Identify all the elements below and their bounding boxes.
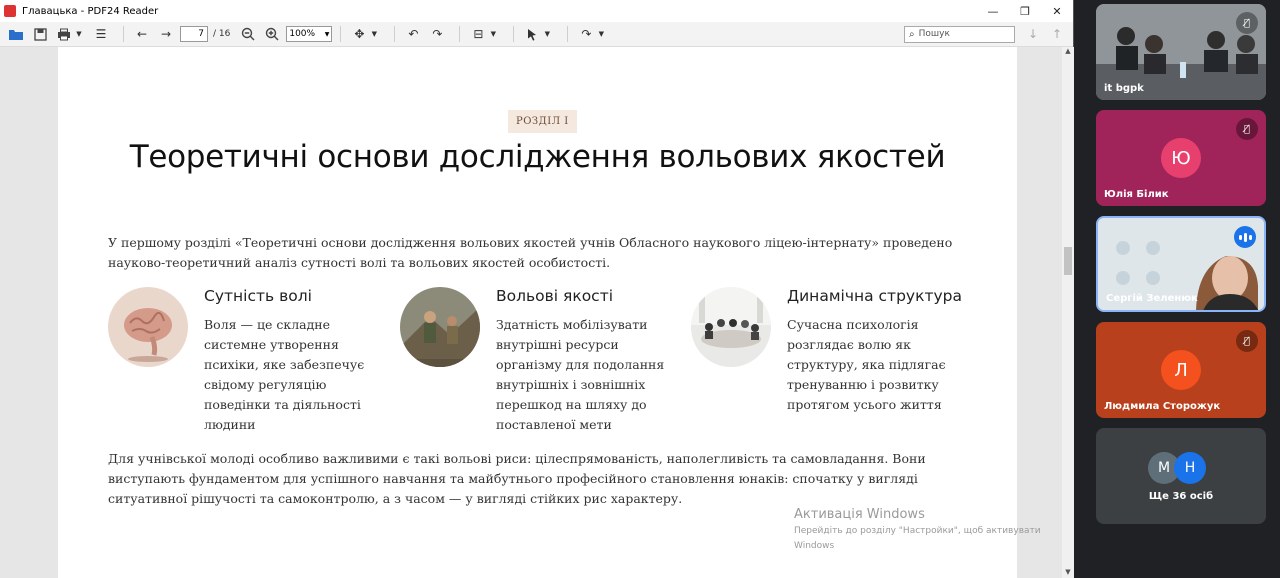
close-button[interactable]: ✕: [1041, 0, 1073, 22]
save-icon[interactable]: [30, 24, 50, 44]
toolbar-divider: [567, 26, 569, 42]
zoom-level-value: 100%: [289, 29, 316, 39]
toolbar-divider: [340, 26, 342, 42]
outline-list-icon[interactable]: ☰: [91, 24, 111, 44]
toolbar-divider: [459, 26, 461, 42]
feature-title: Вольові якості: [496, 287, 614, 305]
chevron-down-icon: ▼: [324, 30, 330, 38]
climbers-image: [400, 287, 480, 367]
participant-tile-video-speaking[interactable]: Сергій Зеленюк: [1096, 216, 1266, 312]
document-viewer[interactable]: РОЗДІЛ І Теоретичні основи дослідження в…: [0, 47, 1074, 578]
feature-text: Воля — це складне системне утворення пси…: [204, 317, 365, 432]
zoom-in-icon[interactable]: [262, 24, 282, 44]
more-participants-tile[interactable]: М Н Ще 36 осіб: [1096, 428, 1266, 524]
zoom-level-select[interactable]: 100% ▼: [286, 26, 333, 42]
share-arrow-icon[interactable]: ↷: [576, 24, 596, 44]
toolbar-divider: [123, 26, 124, 42]
activation-hint: Перейдіть до розділу "Настройки", щоб ак…: [794, 526, 1041, 551]
meeting-participants-panel: 🎙̸ it bgpk Ю 🎙̸ Юлія Білик Сергій Зеленю…: [1088, 0, 1280, 578]
feature-title: Сутність волі: [204, 287, 312, 305]
participant-tile-video[interactable]: 🎙̸ it bgpk: [1096, 4, 1266, 100]
avatar: Ю: [1161, 138, 1201, 178]
pdf24-app-icon: [4, 5, 16, 17]
pdf-reader-window: Главацька - PDF24 Reader — ❐ ✕ ▼ ☰ ← → /…: [0, 0, 1074, 578]
minimize-button[interactable]: —: [977, 0, 1009, 22]
avatar: Л: [1161, 350, 1201, 390]
conclusion-paragraph: Для учнівської молоді особливо важливими…: [108, 451, 926, 506]
maximize-button[interactable]: ❐: [1009, 0, 1041, 22]
intro-paragraph: У першому розділі «Теоретичні основи дос…: [108, 235, 953, 270]
search-prev-arrow-icon[interactable]: ↑: [1047, 24, 1067, 44]
undo-icon[interactable]: ↶: [403, 24, 423, 44]
participant-name: Людмила Сторожук: [1104, 401, 1221, 412]
windows-activation-watermark: Активація Windows Перейдіть до розділу "…: [794, 507, 1044, 554]
window-title: Главацька - PDF24 Reader: [22, 5, 159, 17]
participant-name: Юлія Білик: [1104, 189, 1169, 200]
mic-off-icon: 🎙̸: [1236, 330, 1258, 352]
search-icon: ⌕: [909, 28, 915, 40]
more-participants-label: Ще 36 осіб: [1148, 491, 1214, 502]
page-number-input[interactable]: [180, 26, 208, 42]
next-page-arrow-icon[interactable]: →: [156, 24, 176, 44]
participant-name: it bgpk: [1104, 83, 1144, 94]
page-heading: Теоретичні основи дослідження вольових я…: [129, 139, 946, 175]
fit-page-icon[interactable]: ⊟: [468, 24, 488, 44]
toolbar: ▼ ☰ ← → / 16 100% ▼ ✥ ▼ ↶ ↷ ⊟: [0, 22, 1073, 47]
share-dropdown-caret-icon[interactable]: ▼: [597, 24, 605, 44]
title-bar: Главацька - PDF24 Reader — ❐ ✕: [0, 0, 1073, 22]
scrollbar-thumb[interactable]: [1064, 247, 1072, 275]
search-placeholder: Пошук: [918, 29, 950, 39]
print-dropdown-caret-icon[interactable]: ▼: [75, 24, 83, 44]
page-total: / 16: [213, 29, 231, 39]
activation-title: Активація Windows: [794, 507, 925, 522]
search-field[interactable]: ⌕ Пошук: [904, 25, 1015, 43]
open-folder-icon[interactable]: [6, 24, 26, 44]
participant-tile-avatar[interactable]: Ю 🎙̸ Юлія Білик: [1096, 110, 1266, 206]
speaking-indicator-icon: [1234, 226, 1256, 248]
select-cursor-icon[interactable]: [522, 24, 542, 44]
move-dropdown-caret-icon[interactable]: ▼: [370, 24, 378, 44]
move-tool-icon[interactable]: ✥: [349, 24, 369, 44]
mic-off-icon: 🎙̸: [1236, 118, 1258, 140]
previous-page-arrow-icon[interactable]: ←: [132, 24, 152, 44]
section-badge: РОЗДІЛ І: [508, 110, 577, 133]
participant-tile-avatar[interactable]: Л 🎙̸ Людмила Сторожук: [1096, 322, 1266, 418]
toolbar-divider: [394, 26, 396, 42]
redo-icon[interactable]: ↷: [427, 24, 447, 44]
feature-text: Сучасна психологія розглядає волю як стр…: [787, 317, 946, 412]
feature-text: Здатність мобілізувати внутрішні ресурси…: [496, 317, 665, 432]
participant-name: Сергій Зеленюк: [1106, 293, 1198, 304]
scroll-down-icon[interactable]: ▼: [1062, 568, 1074, 578]
fit-dropdown-caret-icon[interactable]: ▼: [489, 24, 497, 44]
vertical-scrollbar[interactable]: ▲ ▼: [1062, 47, 1074, 578]
meeting-room-image: [691, 287, 771, 367]
search-next-arrow-icon[interactable]: ↓: [1023, 24, 1043, 44]
brain-image: [108, 287, 188, 367]
screen: Главацька - PDF24 Reader — ❐ ✕ ▼ ☰ ← → /…: [0, 0, 1280, 578]
zoom-out-icon[interactable]: [238, 24, 258, 44]
mic-off-icon: 🎙̸: [1236, 12, 1258, 34]
feature-title: Динамічна структура: [787, 287, 962, 305]
select-dropdown-caret-icon[interactable]: ▼: [543, 24, 551, 44]
avatar: Н: [1174, 452, 1206, 484]
toolbar-divider: [513, 26, 515, 42]
scroll-up-icon[interactable]: ▲: [1062, 47, 1074, 57]
print-icon[interactable]: [54, 24, 74, 44]
pdf-page: РОЗДІЛ І Теоретичні основи дослідження в…: [58, 47, 1041, 578]
